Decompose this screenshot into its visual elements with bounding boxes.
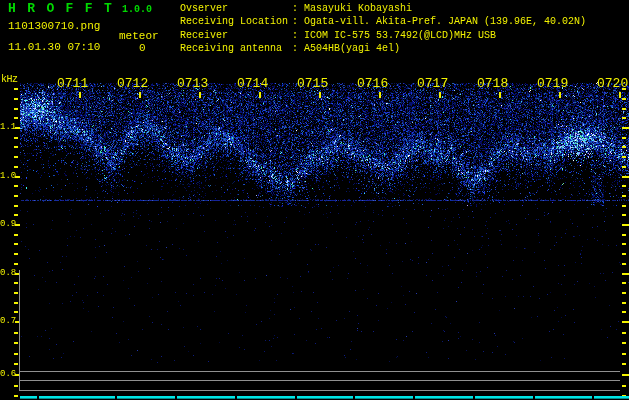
station-info-row: Ovserver: Masayuki Kobayashi xyxy=(180,2,586,15)
station-info-label: Receiving antenna xyxy=(180,42,292,55)
level-panel-axis-line xyxy=(19,270,20,391)
y-axis-label: 0.7 xyxy=(0,316,15,326)
station-info-label: Ovserver xyxy=(180,2,292,15)
app-version: 1.0.0 xyxy=(122,4,152,15)
x-axis-label: 0713 xyxy=(177,76,208,91)
x-axis-label: 0712 xyxy=(117,76,148,91)
station-info-value: ICOM IC-575 53.7492(@LCD)MHz USB xyxy=(304,30,496,41)
y-axis-label: 0.9 xyxy=(0,219,15,229)
x-axis-label: 0720 xyxy=(597,76,628,91)
meteor-count-label: meteor xyxy=(119,30,159,42)
y-axis-label: 0.6 xyxy=(0,369,15,379)
level-panel-gridline-2 xyxy=(20,380,620,381)
y-axis-label: 0.8 xyxy=(0,268,15,278)
station-info-value: A504HB(yagi 4el) xyxy=(304,43,400,54)
level-panel-gridline-1 xyxy=(20,371,620,372)
output-filename: 1101300710.png xyxy=(8,20,100,32)
station-info-row: Receiving Location: Ogata-vill. Akita-Pre… xyxy=(180,15,586,28)
observation-datetime: 11.01.30 07:10 xyxy=(8,41,100,53)
station-info-separator: : xyxy=(292,3,298,14)
y-axis-label: 1.0 xyxy=(0,171,15,181)
x-axis-label: 0715 xyxy=(297,76,328,91)
station-info-row: Receiving antenna: A504HB(yagi 4el) xyxy=(180,42,586,55)
hrofft-screen: H R O F F T 1.0.0 1101300710.png meteor … xyxy=(0,0,629,400)
y-axis-label: 1.1 xyxy=(0,122,15,132)
x-axis-label: 0714 xyxy=(237,76,268,91)
x-axis-label: 0717 xyxy=(417,76,448,91)
station-info-value: Masayuki Kobayashi xyxy=(304,3,412,14)
spectrogram-canvas xyxy=(0,0,629,400)
level-panel-gridline-3 xyxy=(20,390,620,391)
station-info-label: Receiving Location xyxy=(180,15,292,28)
meteor-count-value: 0 xyxy=(139,42,146,54)
station-info-label: Receiver xyxy=(180,29,292,42)
station-info-row: Receiver: ICOM IC-575 53.7492(@LCD)MHz US… xyxy=(180,29,586,42)
station-info-separator: : xyxy=(292,43,298,54)
x-axis-label: 0711 xyxy=(57,76,88,91)
app-title: H R O F F T xyxy=(8,1,114,16)
station-info-separator: : xyxy=(292,30,298,41)
station-info-value: Ogata-vill. Akita-Pref. JAPAN (139.96E, … xyxy=(304,16,586,27)
station-info-separator: : xyxy=(292,16,298,27)
x-axis-label: 0719 xyxy=(537,76,568,91)
x-axis-label: 0716 xyxy=(357,76,388,91)
y-axis-unit: kHz xyxy=(1,74,18,85)
station-info: Ovserver:Masayuki KobayashiReceiving Loc… xyxy=(180,2,586,56)
x-axis-label: 0718 xyxy=(477,76,508,91)
